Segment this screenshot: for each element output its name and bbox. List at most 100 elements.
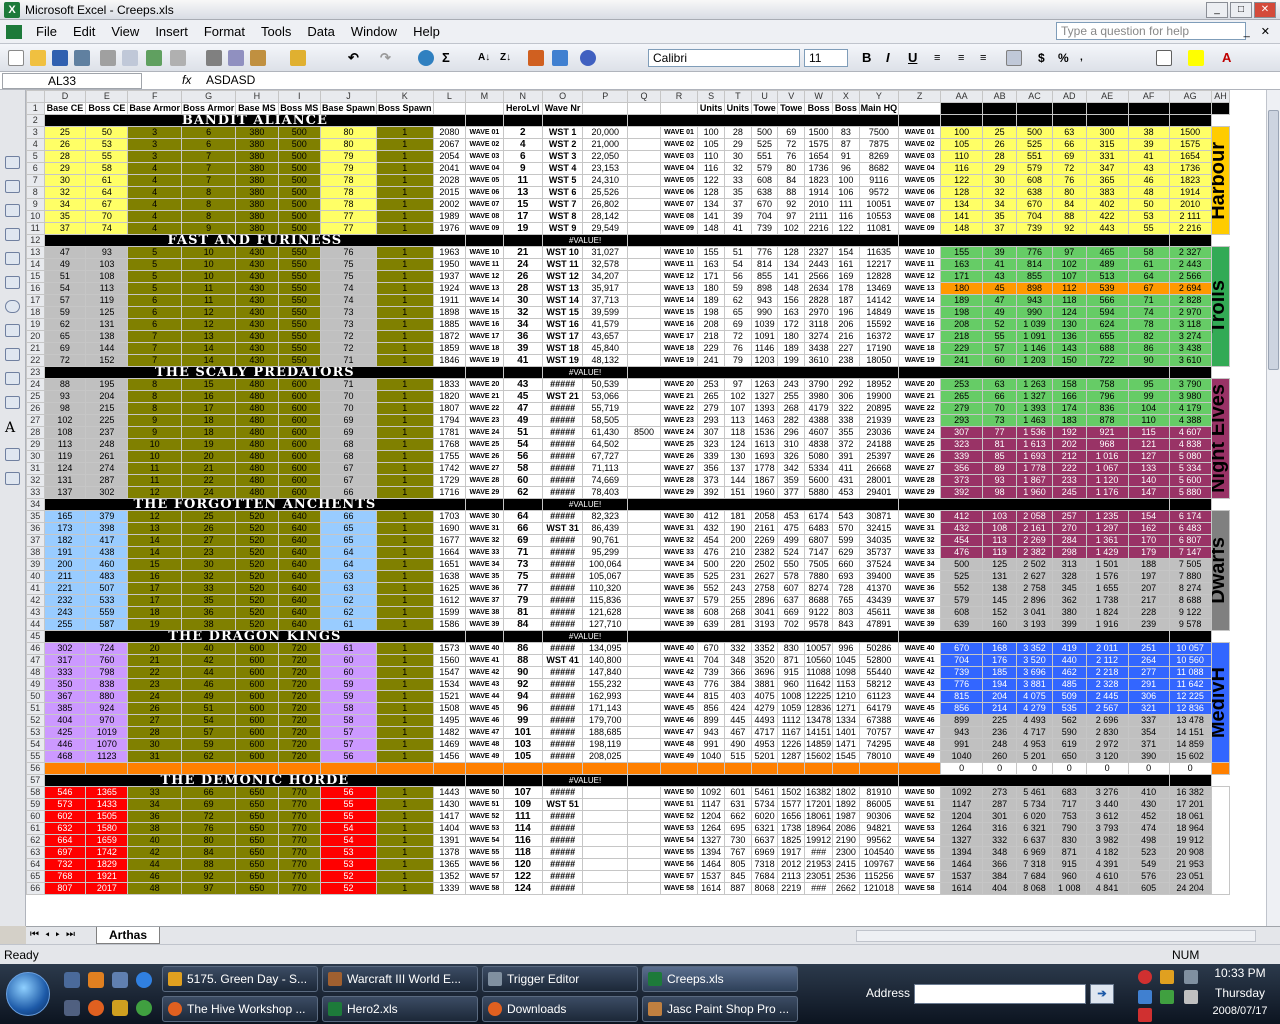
hero-level-cell[interactable]: 9 [502, 162, 543, 175]
wave-nr-cell[interactable]: WST 21 [541, 390, 584, 403]
stat-cell[interactable]: 328 [1052, 570, 1087, 583]
stat-cell[interactable]: 355 [832, 426, 860, 439]
stat-cell[interactable]: 498 [1127, 834, 1170, 847]
stat-cell[interactable]: 3438 [804, 342, 834, 355]
stat-cell[interactable]: 4 607 [1168, 426, 1212, 439]
stat-cell[interactable]: 1537 [940, 870, 984, 883]
column-subtitle[interactable]: Towers [1016, 114, 1054, 127]
stat-cell[interactable]: 113 [982, 534, 1018, 547]
stat-cell[interactable]: 80 [1052, 186, 1087, 199]
stat-cell[interactable]: 1327 [750, 390, 779, 403]
sheet-tab-arthas[interactable]: Arthas [96, 927, 161, 944]
wave-cell[interactable]: WAVE 55 [465, 846, 504, 859]
stat-cell[interactable]: 3193 [750, 618, 779, 631]
stat-cell[interactable]: 8 [127, 402, 183, 415]
wave-cell[interactable]: WAVE 33 [465, 546, 504, 559]
stat-cell[interactable]: 69 [43, 342, 87, 355]
wave-cell[interactable]: WAVE 37 [659, 594, 699, 607]
spelling-icon[interactable] [146, 50, 162, 66]
row-header[interactable]: 42 [26, 594, 45, 607]
stat-cell[interactable]: 991 [940, 738, 984, 751]
stat-cell[interactable]: 134 [697, 198, 725, 211]
stat-cell[interactable]: 1 [376, 342, 434, 355]
stat-cell[interactable]: 76 [777, 150, 806, 163]
stat-cell[interactable]: 520 [235, 570, 279, 583]
stat-cell[interactable]: 82 [1127, 330, 1170, 343]
wave-cell[interactable]: WAVE 22 [659, 402, 699, 415]
stat-cell[interactable]: 880 [85, 690, 129, 703]
cell[interactable] [627, 702, 661, 715]
cell[interactable] [627, 234, 900, 247]
hero-level-cell[interactable]: 49 [502, 414, 543, 427]
stat-cell[interactable]: 1716 [432, 486, 467, 499]
wave-cell[interactable]: WAVE 29 [465, 486, 504, 499]
stat-cell[interactable]: 18 [181, 426, 237, 439]
stat-cell[interactable]: 82,323 [582, 510, 629, 523]
stat-cell[interactable]: 313 [1052, 558, 1087, 571]
wave-cell[interactable]: WAVE 35 [659, 570, 699, 583]
wave-cell[interactable]: WAVE 33 [659, 546, 699, 559]
stat-cell[interactable]: 33 [181, 582, 237, 595]
stat-cell[interactable]: 1703 [432, 510, 467, 523]
stat-cell[interactable]: 1430 [432, 798, 467, 811]
menu-insert[interactable]: Insert [147, 24, 196, 39]
stat-cell[interactable]: 430 [235, 294, 279, 307]
stat-cell[interactable]: 990 [750, 306, 779, 319]
cell[interactable] [627, 318, 661, 331]
cell[interactable] [627, 162, 661, 175]
stat-cell[interactable]: 424 [723, 702, 752, 715]
wave-cell[interactable]: WAVE 02 [659, 138, 699, 151]
stat-cell[interactable]: 24 204 [1168, 882, 1212, 895]
stat-cell[interactable] [582, 834, 629, 847]
stat-cell[interactable]: 255 [43, 618, 87, 631]
stat-cell[interactable]: 1 738 [1085, 594, 1129, 607]
stat-cell[interactable]: 476 [697, 546, 725, 559]
stat-cell[interactable]: 1976 [432, 222, 467, 235]
wave-cell[interactable]: WAVE 30 [465, 510, 504, 523]
stat-cell[interactable]: 1210 [832, 690, 860, 703]
stat-cell[interactable]: 702 [777, 618, 806, 631]
stat-cell[interactable]: 579 [1016, 162, 1054, 175]
stat-cell[interactable]: 10560 [804, 654, 834, 667]
stat-cell[interactable]: 79 [320, 162, 378, 175]
stat-cell[interactable]: 758 [1085, 378, 1129, 391]
stat-cell[interactable]: 163 [697, 258, 725, 271]
stat-cell[interactable]: 13 [127, 522, 183, 535]
wave-nr-cell[interactable]: ##### [541, 402, 584, 415]
stat-cell[interactable]: 1577 [777, 798, 806, 811]
stat-cell[interactable]: 317 [43, 654, 87, 667]
wave-cell[interactable]: WAVE 56 [898, 858, 942, 871]
wave-nr-cell[interactable]: WST 2 [541, 138, 584, 151]
stat-cell[interactable]: 4 075 [1016, 690, 1054, 703]
wave-nr-cell[interactable]: WST 1 [541, 126, 584, 139]
stat-cell[interactable]: 6 637 [1016, 834, 1054, 847]
wave-cell[interactable]: WAVE 50 [465, 786, 504, 799]
wave-cell[interactable]: WAVE 45 [659, 702, 699, 715]
stat-cell[interactable]: 550 [277, 354, 322, 367]
stat-cell[interactable]: 1287 [777, 750, 806, 763]
stat-cell[interactable]: 287 [85, 474, 129, 487]
column-title[interactable]: Boss Armor [181, 102, 237, 115]
help-search-input[interactable]: Type a question for help [1056, 22, 1246, 40]
stat-cell[interactable]: 188,685 [582, 726, 629, 739]
cell[interactable] [627, 282, 661, 295]
stat-cell[interactable]: 520 [235, 606, 279, 619]
cell[interactable] [1168, 498, 1212, 511]
stat-cell[interactable]: 1091 [750, 330, 779, 343]
stat-cell[interactable]: 24 [181, 486, 237, 499]
stat-cell[interactable]: 34 [982, 198, 1018, 211]
wave-cell[interactable]: WAVE 13 [898, 282, 942, 295]
stat-cell[interactable]: 191 [43, 546, 87, 559]
stat-cell[interactable]: 141 [940, 210, 984, 223]
stat-cell[interactable]: 550 [277, 294, 322, 307]
wave-nr-cell[interactable]: ##### [541, 570, 584, 583]
stat-cell[interactable]: 40 [127, 834, 183, 847]
stat-cell[interactable]: 302 [43, 642, 87, 655]
stat-cell[interactable]: 1092 [697, 786, 725, 799]
stat-cell[interactable]: 181 [723, 510, 752, 523]
stat-cell[interactable]: 776 [940, 678, 984, 691]
draw-icon[interactable] [5, 156, 20, 169]
stat-cell[interactable]: 255 [723, 594, 752, 607]
stat-cell[interactable]: 63 [982, 378, 1018, 391]
stat-cell[interactable]: 99562 [858, 834, 900, 847]
